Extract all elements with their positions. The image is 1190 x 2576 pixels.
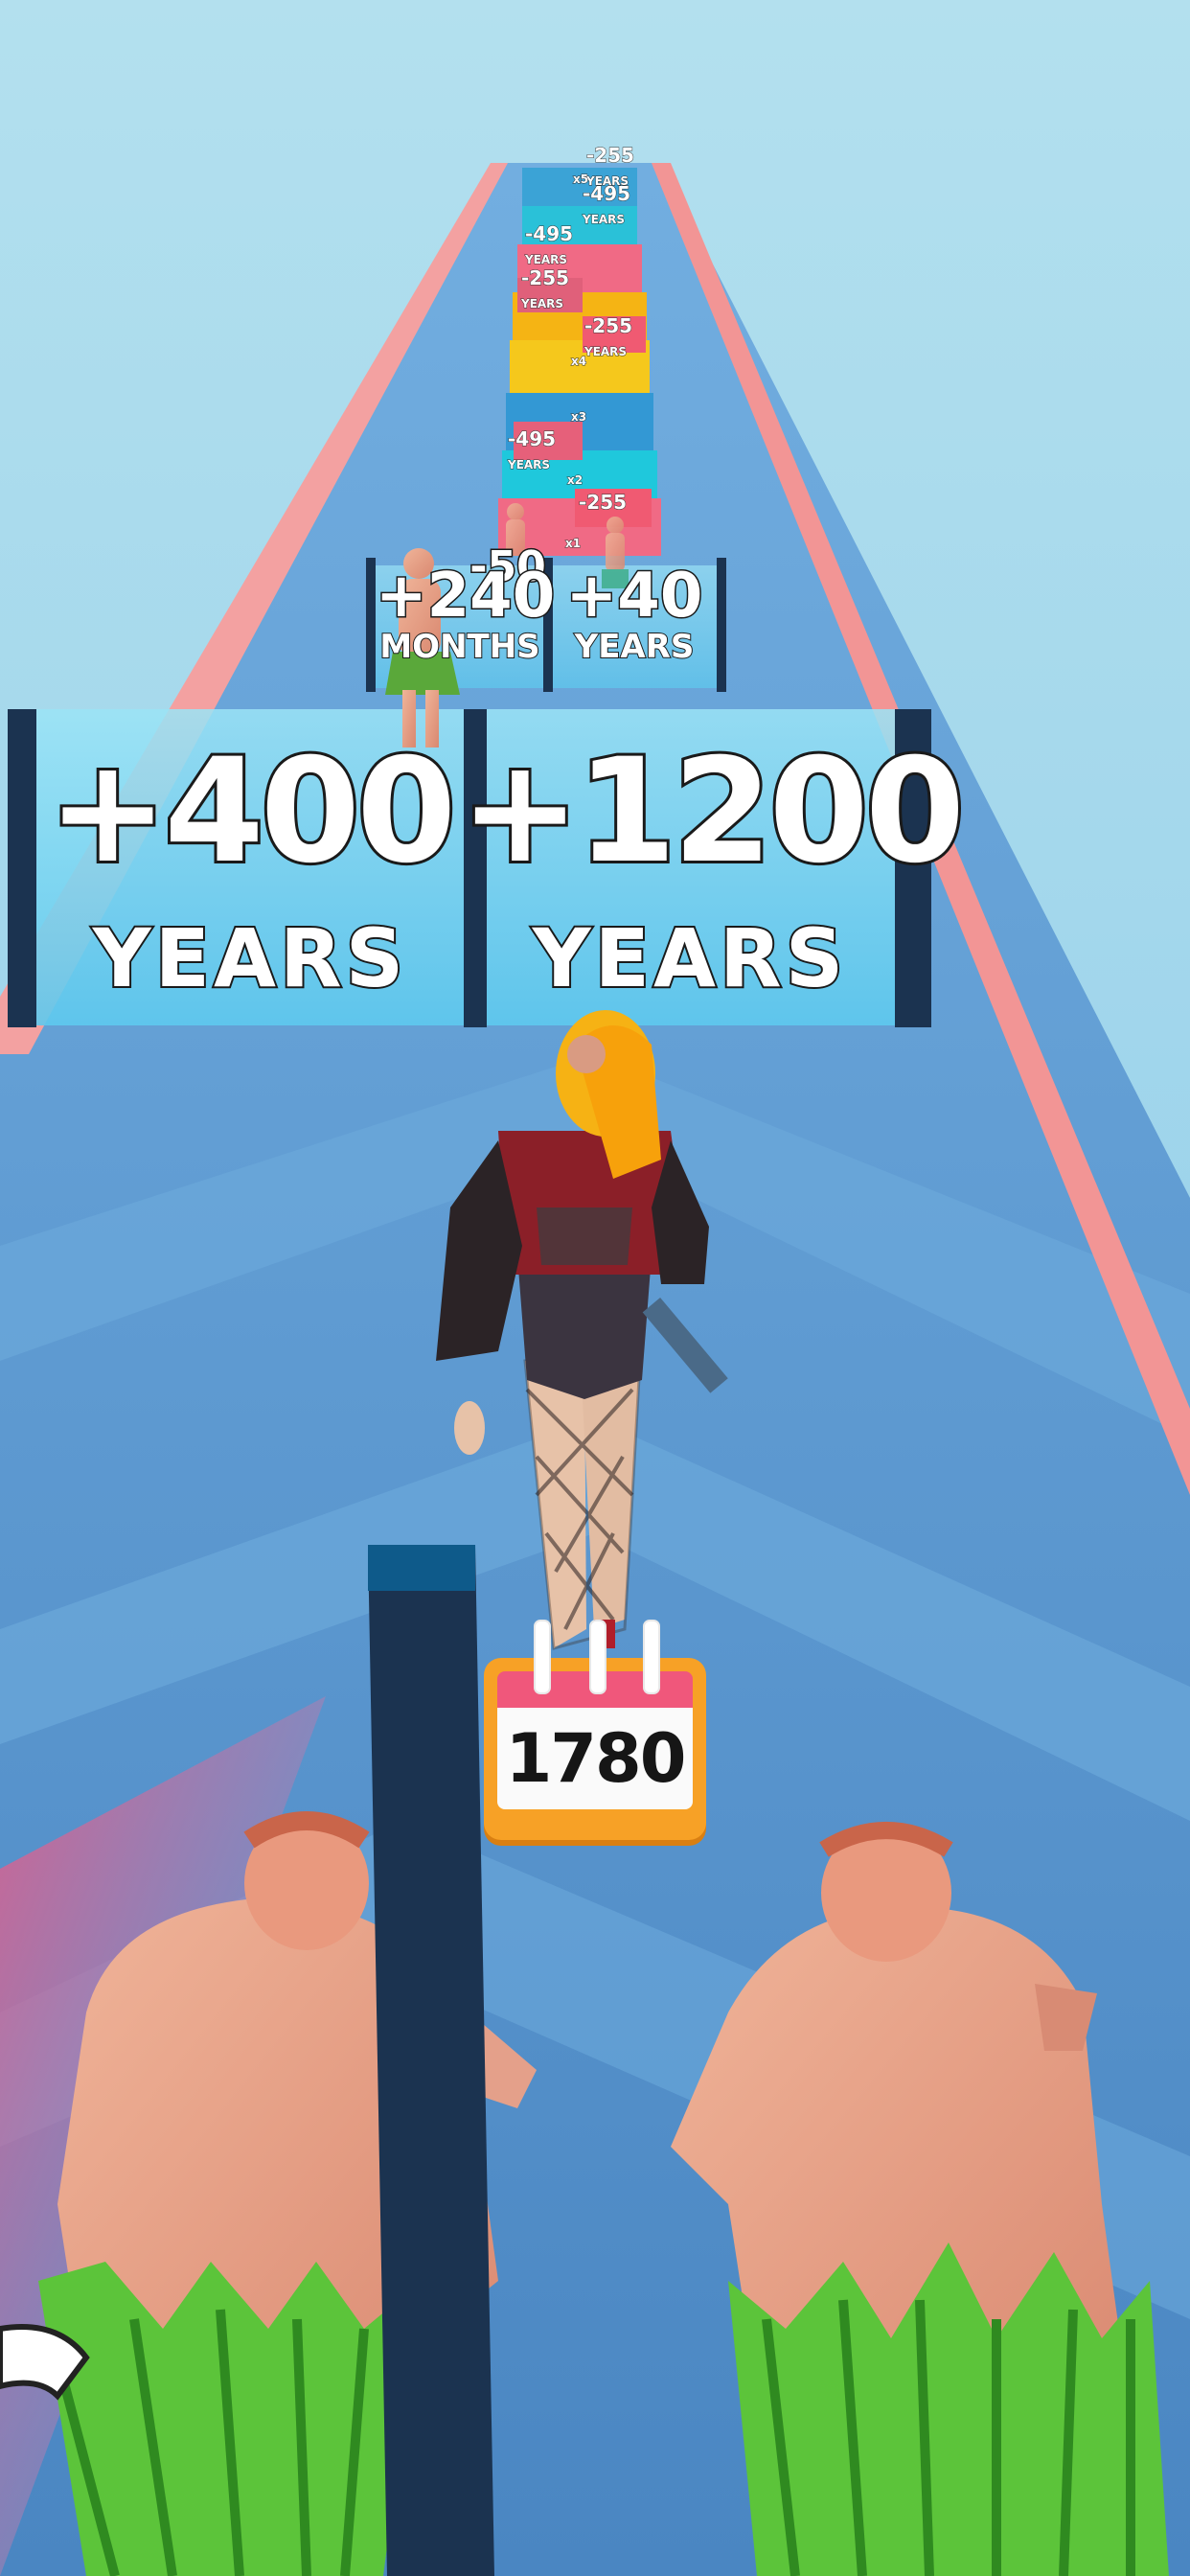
front-gate-left-unit: YEARS: [91, 911, 408, 1005]
front-gate-left[interactable]: +400 YEARS: [36, 728, 464, 1005]
year-counter-calendar: 1780: [484, 1620, 706, 1842]
front-gate-right-unit: YEARS: [531, 911, 848, 1005]
mid-gate-post-left: [366, 558, 376, 692]
game-scene: [0, 0, 1190, 2576]
distant-label-4: -255 YEARS: [520, 266, 570, 311]
mid-gate-left-value: +240: [375, 561, 557, 632]
distant-label-6: -495 YEARS: [507, 427, 557, 472]
front-gate-post-left: [8, 709, 36, 1027]
distant-label-2: -495 YEARS: [582, 182, 631, 227]
distant-label-5: -255 YEARS: [584, 314, 633, 359]
mid-gate-post-right: [717, 558, 726, 692]
multiplier-x3: x3: [570, 410, 587, 425]
mid-gate-right: +40 YEARS: [552, 561, 717, 666]
multiplier-x5: x5: [572, 172, 589, 187]
mid-gate-right-value: +40: [564, 561, 704, 632]
multiplier-x4: x4: [570, 355, 587, 369]
front-gate-right-value: +1200: [457, 728, 968, 895]
calendar-ring-icon: [643, 1620, 660, 1694]
calendar-ring-icon: [534, 1620, 551, 1694]
multiplier-x1: x1: [564, 537, 582, 551]
mid-gate-right-unit: YEARS: [574, 628, 696, 666]
year-counter-value: 1780: [505, 1719, 687, 1798]
calendar-ring-icon: [589, 1620, 606, 1694]
calendar-face: 1780: [497, 1708, 693, 1809]
front-gate-left-value: +400: [45, 728, 460, 895]
distant-label-3: -495 YEARS: [524, 222, 574, 267]
multiplier-x2: x2: [566, 473, 584, 488]
distant-label-7: -255: [578, 491, 628, 515]
foreground-pillar: [368, 1545, 494, 2576]
front-gate-right[interactable]: +1200 YEARS: [457, 728, 968, 1005]
mid-gate-left-unit: MONTHS: [378, 628, 540, 666]
mid-gate-left: +240 MONTHS: [375, 561, 557, 666]
